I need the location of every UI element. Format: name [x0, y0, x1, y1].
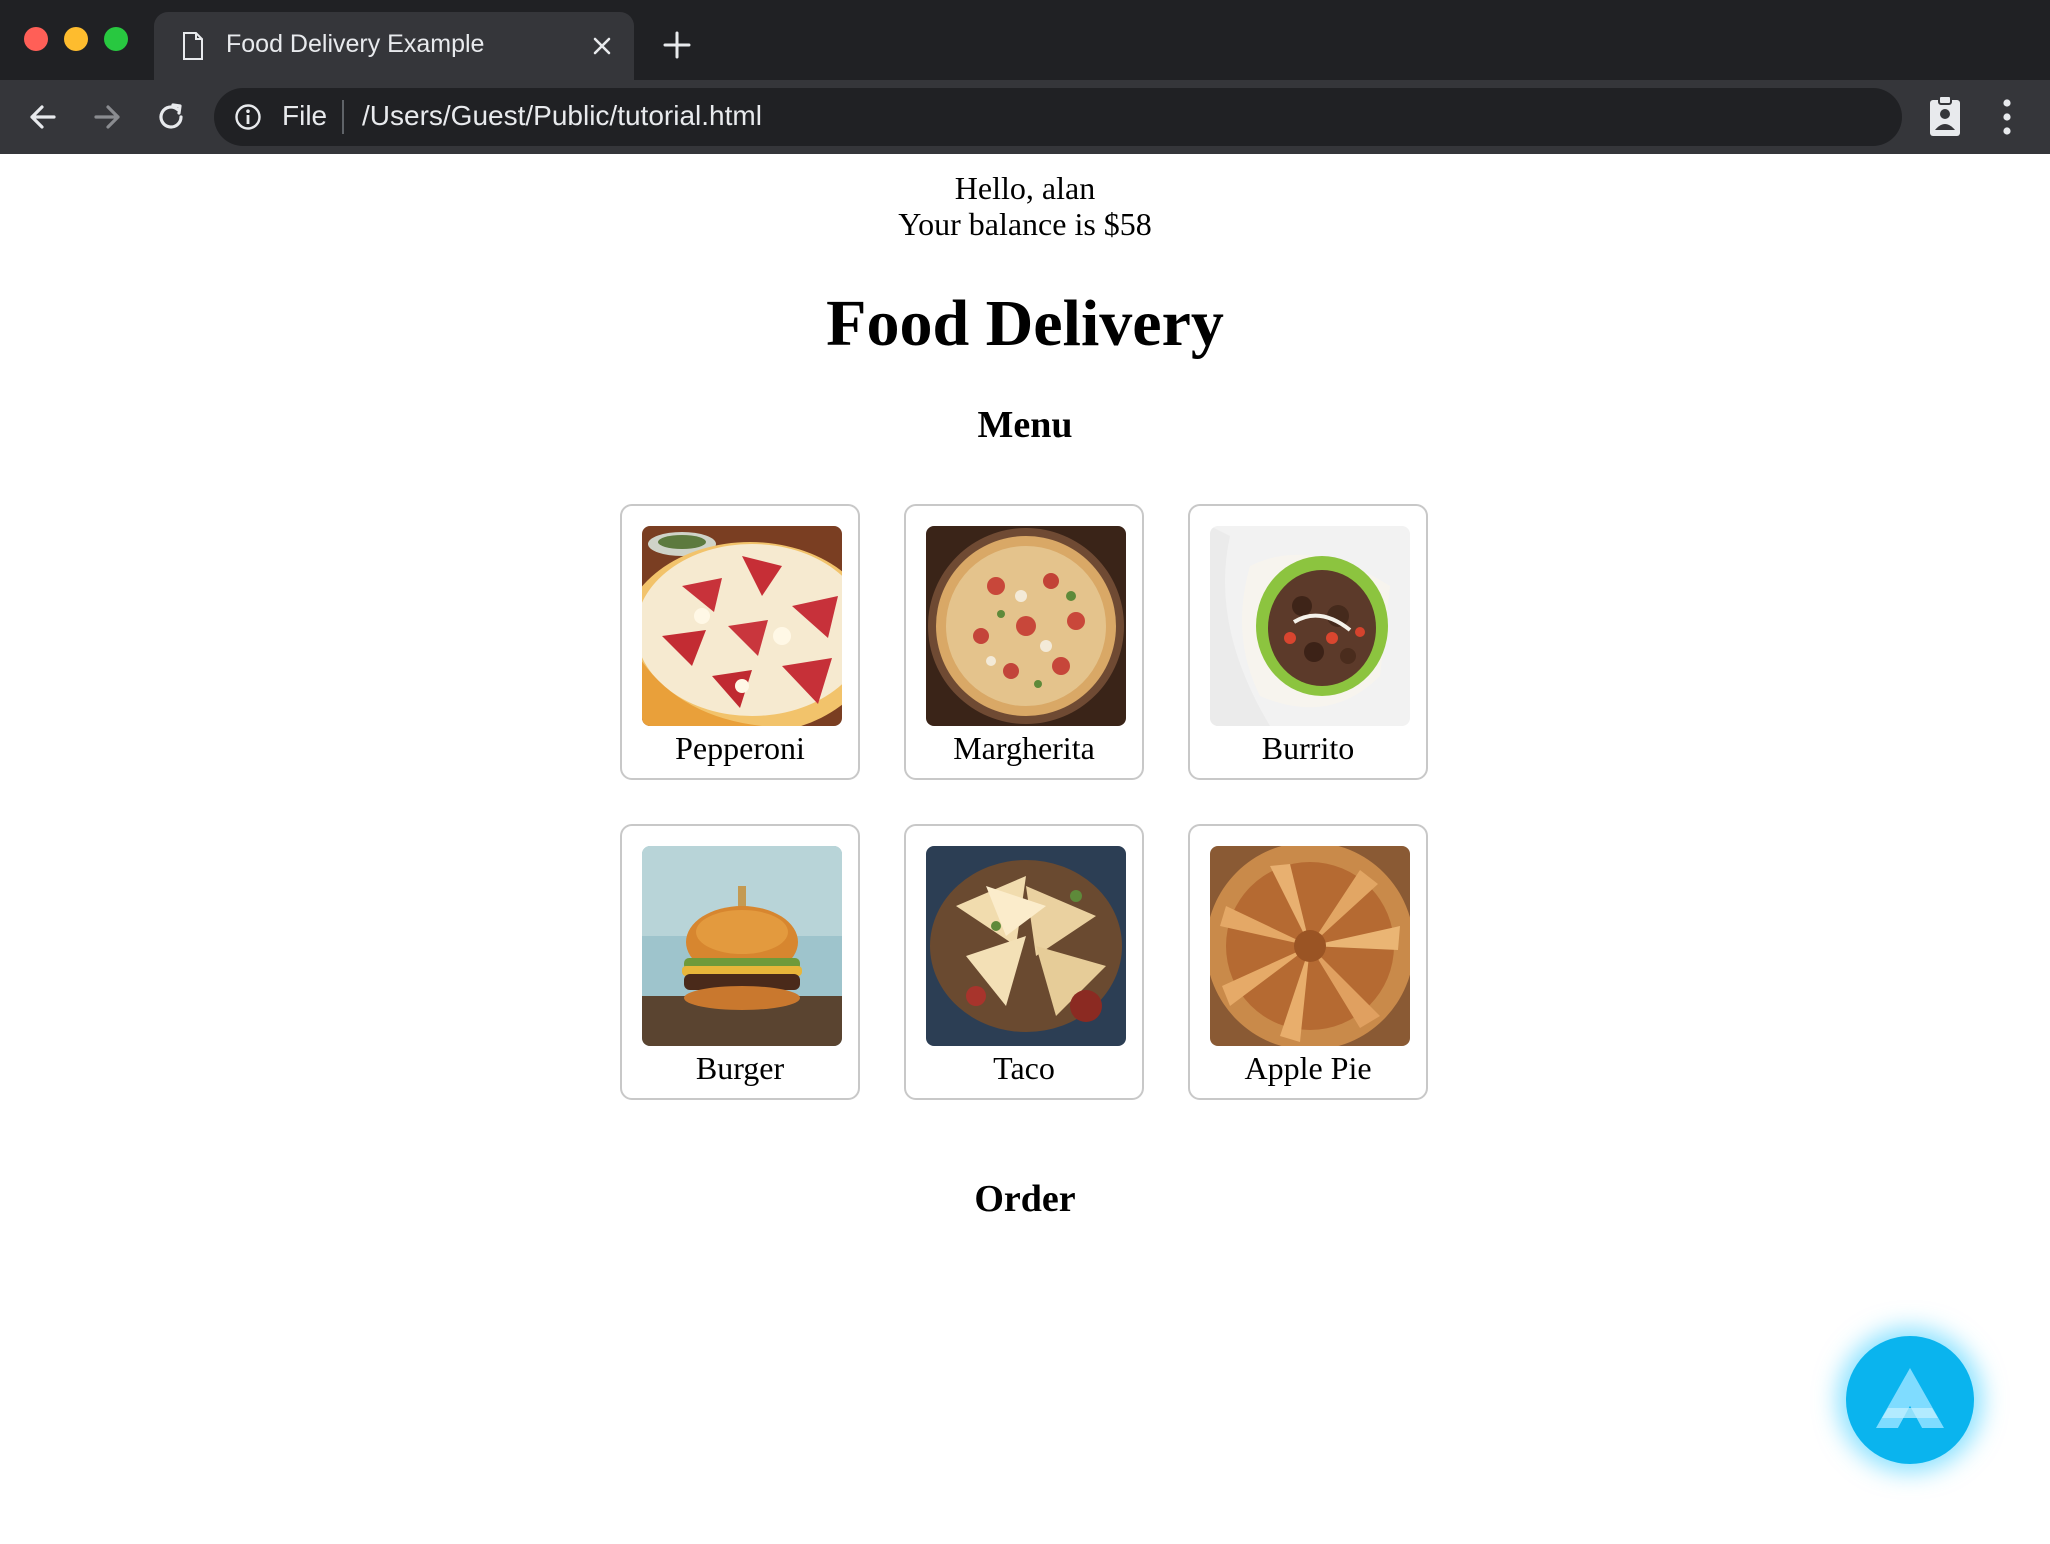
brand-logo-icon [1876, 1368, 1944, 1428]
menu-item-label: Margherita [953, 730, 1095, 766]
url-text[interactable]: /Users/Guest/Public/tutorial.html [362, 100, 762, 132]
more-menu-icon[interactable] [2000, 96, 2014, 138]
file-icon [183, 32, 203, 60]
url-scheme-label: File [282, 100, 328, 131]
new-tab-icon[interactable] [662, 30, 692, 60]
window-maximize-button[interactable] [104, 27, 128, 51]
assistant-fab-button[interactable] [1846, 1336, 1974, 1464]
balance-text: Your balance is $58 [898, 206, 1152, 242]
menu-item-pepperoni[interactable]: Pepperoni [620, 504, 860, 780]
address-bar-divider [342, 100, 344, 134]
menu-item-label: Taco [993, 1050, 1055, 1086]
menu-heading: Menu [977, 404, 1073, 446]
browser-tab-bar: Food Delivery Example [0, 0, 2050, 80]
tab-title: Food Delivery Example [226, 30, 485, 58]
menu-item-label: Apple Pie [1244, 1050, 1372, 1086]
menu-item-taco[interactable]: Taco [904, 824, 1144, 1100]
close-tab-icon[interactable] [588, 32, 616, 60]
burrito-photo [1210, 526, 1410, 726]
window-close-button[interactable] [24, 27, 48, 51]
menu-item-apple-pie[interactable]: Apple Pie [1188, 824, 1428, 1100]
info-icon[interactable] [234, 103, 262, 131]
user-greeting-block: Hello, alan Your balance is $58 [0, 170, 2050, 242]
taco-photo [926, 846, 1126, 1046]
menu-item-label: Burger [695, 1050, 785, 1086]
menu-item-burger[interactable]: Burger [620, 824, 860, 1100]
burger-photo [642, 846, 842, 1046]
reload-icon[interactable] [152, 98, 190, 136]
pepperoni-pizza-photo [642, 526, 842, 726]
margherita-pizza-photo [926, 526, 1126, 726]
greeting-text: Hello, alan [954, 170, 1096, 206]
forward-arrow-icon[interactable] [88, 98, 126, 136]
browser-tab[interactable]: Food Delivery Example [154, 12, 634, 80]
page-content: Hello, alan Your balance is $58 Food Del… [0, 154, 2050, 1544]
menu-item-label: Pepperoni [675, 730, 805, 766]
menu-item-margherita[interactable]: Margherita [904, 504, 1144, 780]
menu-item-label: Burrito [1261, 730, 1355, 766]
back-arrow-icon[interactable] [24, 98, 62, 136]
address-bar[interactable]: File /Users/Guest/Public/tutorial.html [214, 88, 1902, 146]
menu-item-burrito[interactable]: Burrito [1188, 504, 1428, 780]
page-title: Food Delivery [826, 287, 1224, 360]
window-minimize-button[interactable] [64, 27, 88, 51]
apple-pie-photo [1210, 846, 1410, 1046]
profile-icon[interactable] [1928, 94, 1962, 138]
order-heading: Order [974, 1178, 1076, 1220]
browser-toolbar: File /Users/Guest/Public/tutorial.html [0, 80, 2050, 154]
